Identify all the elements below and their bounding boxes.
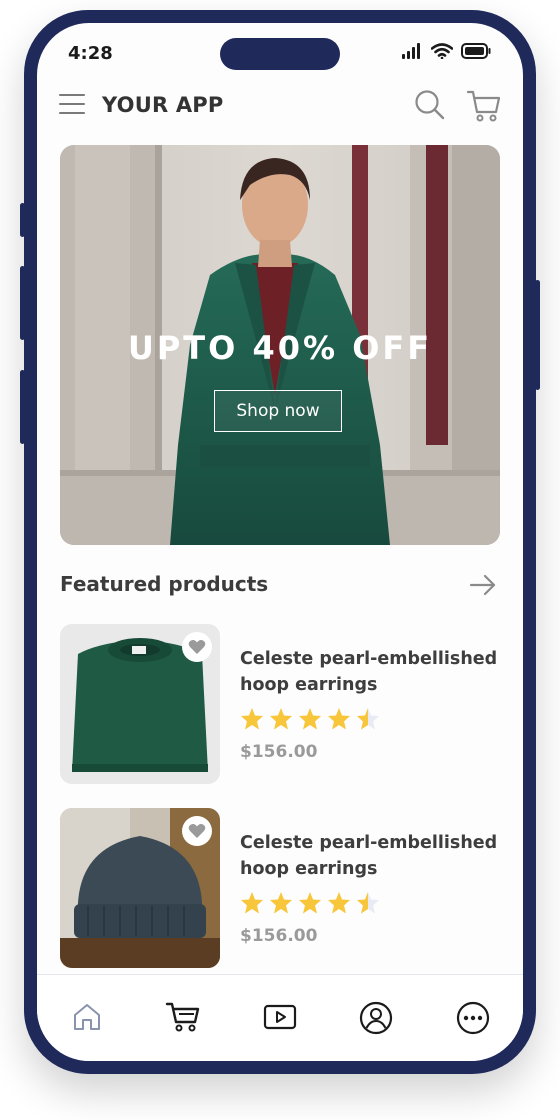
- cart-icon[interactable]: [165, 1001, 201, 1033]
- star-icon: [327, 707, 351, 735]
- heart-icon: [188, 824, 206, 838]
- menu-icon[interactable]: [59, 91, 85, 117]
- star-icon: [240, 707, 264, 735]
- arrow-right-icon[interactable]: [469, 573, 497, 597]
- dynamic-island: [220, 38, 340, 70]
- star-icon: [298, 891, 322, 919]
- heart-icon: [188, 640, 206, 654]
- screen: 4:28 YOUR APP UPTO 40% OFF Shop now Feat…: [37, 23, 523, 1061]
- side-button-volume-up: [20, 266, 25, 340]
- side-button-mute: [20, 203, 25, 237]
- bottom-tab-bar: [37, 974, 523, 1061]
- star-icon: [298, 707, 322, 735]
- hero-banner[interactable]: UPTO 40% OFF Shop now: [60, 145, 500, 545]
- product-image: [60, 624, 220, 784]
- app-title: YOUR APP: [102, 93, 224, 117]
- status-icons: [401, 43, 491, 59]
- rating-stars: [240, 891, 380, 919]
- cart-icon[interactable]: [466, 89, 502, 123]
- star-icon: [269, 707, 293, 735]
- favorite-button[interactable]: [182, 632, 212, 662]
- hero-headline: UPTO 40% OFF: [127, 329, 433, 367]
- star-icon: [240, 891, 264, 919]
- favorite-button[interactable]: [182, 816, 212, 846]
- product-price: $156.00: [240, 926, 318, 946]
- side-button-power: [535, 280, 540, 390]
- status-time: 4:28: [68, 43, 113, 64]
- featured-products-title: Featured products: [60, 572, 269, 596]
- star-half-icon: [356, 891, 380, 919]
- product-price: $156.00: [240, 742, 318, 762]
- product-image: [60, 808, 220, 968]
- star-half-icon: [356, 707, 380, 735]
- product-card[interactable]: Celeste pearl-embellished hoop earrings: [60, 808, 500, 968]
- profile-icon[interactable]: [359, 1001, 393, 1035]
- rating-stars: [240, 707, 380, 735]
- signal-icon: [402, 43, 420, 59]
- shop-now-button[interactable]: Shop now: [214, 390, 342, 432]
- product-card[interactable]: Celeste pearl-embellished hoop earrings: [60, 624, 500, 784]
- search-icon[interactable]: [414, 89, 446, 121]
- more-icon[interactable]: [456, 1001, 490, 1035]
- star-icon: [269, 891, 293, 919]
- home-icon[interactable]: [71, 1001, 103, 1033]
- app-header: YOUR APP: [37, 83, 523, 129]
- wifi-icon: [431, 43, 453, 59]
- star-icon: [327, 891, 351, 919]
- video-icon[interactable]: [263, 1001, 297, 1033]
- side-button-volume-down: [20, 370, 25, 444]
- status-bar: 4:28: [37, 23, 523, 83]
- product-name: Celeste pearl-embellished hoop earrings: [240, 833, 498, 879]
- battery-icon: [461, 43, 491, 59]
- product-name: Celeste pearl-embellished hoop earrings: [240, 649, 498, 695]
